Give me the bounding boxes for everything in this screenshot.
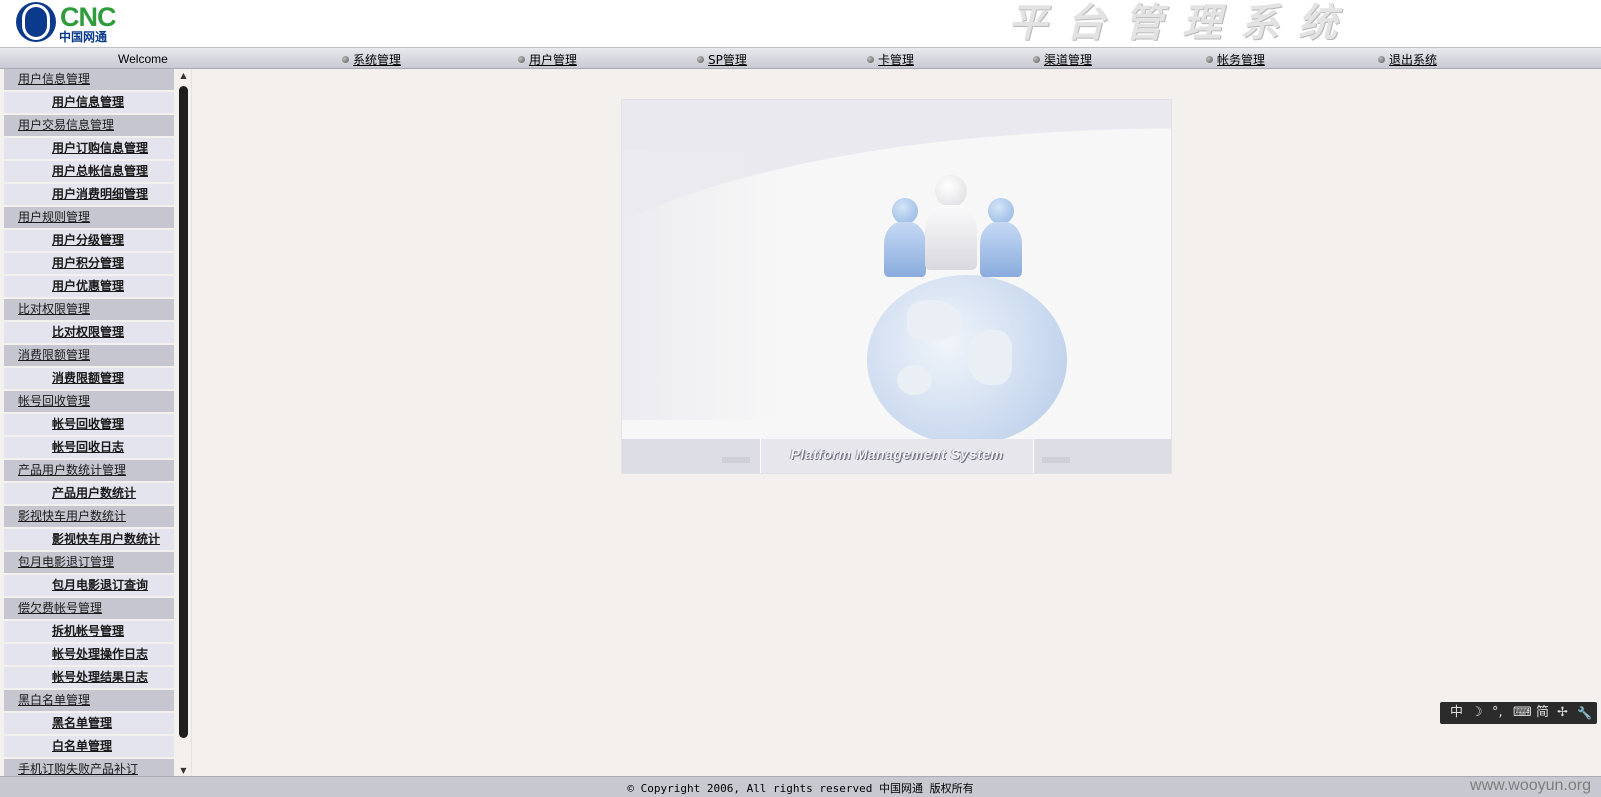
nav-card-management[interactable]: 卡管理 [867, 51, 914, 68]
bullet-icon [867, 56, 874, 63]
sidebar-group[interactable]: 影视快车用户数统计 [4, 506, 174, 527]
sidebar-group[interactable]: 偿欠费帐号管理 [4, 598, 174, 619]
ime-keyboard-icon[interactable]: ⌨ [1513, 702, 1532, 724]
ime-punctuation-icon[interactable]: °, [1492, 702, 1503, 724]
sidebar-group[interactable]: 用户信息管理 [4, 69, 174, 90]
system-title: 平台管理系统 [1008, 0, 1357, 46]
sidebar-item[interactable]: 用户积分管理 [4, 253, 174, 274]
nav-label: 系统管理 [353, 53, 402, 67]
sidebar-item[interactable]: 拆机帐号管理 [4, 621, 174, 642]
ime-moon-icon[interactable]: ☽ [1471, 702, 1483, 724]
banner-caption: Platform Management System [790, 446, 1004, 462]
sidebar-group[interactable]: 比对权限管理 [4, 299, 174, 320]
sidebar-item[interactable]: 消费限额管理 [4, 368, 174, 389]
person-figure-icon [884, 198, 926, 278]
copyright-text: © Copyright 2006, All rights reserved 中国… [627, 782, 974, 795]
frame-divider [191, 69, 192, 777]
nav-label: 帐务管理 [1217, 53, 1266, 67]
nav-logout[interactable]: 退出系统 [1378, 51, 1437, 68]
sidebar-group[interactable]: 帐号回收管理 [4, 391, 174, 412]
sidebar-item[interactable]: 包月电影退订查询 [4, 575, 174, 596]
scrollbar-thumb[interactable] [179, 86, 188, 738]
sidebar-group[interactable]: 用户交易信息管理 [4, 115, 174, 136]
nav-system-management[interactable]: 系统管理 [342, 51, 401, 68]
ime-menu-icon[interactable]: ✢ [1557, 702, 1568, 724]
top-nav-bar: Welcome 系统管理 用户管理 SP管理 卡管理 渠道管理 帐务管理 退出系… [0, 47, 1601, 69]
sidebar-item[interactable]: 用户分级管理 [4, 230, 174, 251]
sidebar-group[interactable]: 包月电影退订管理 [4, 552, 174, 573]
cnc-logo-icon [16, 2, 56, 42]
bullet-icon [1033, 56, 1040, 63]
sidebar-scrollbar[interactable]: ▲ ▼ [177, 69, 190, 777]
sidebar-group[interactable]: 消费限额管理 [4, 345, 174, 366]
sidebar-item[interactable]: 帐号处理结果日志 [4, 667, 174, 688]
sidebar-item[interactable]: 用户订购信息管理 [4, 138, 174, 159]
ime-settings-wrench-icon[interactable]: 🔧 [1577, 702, 1592, 724]
nav-user-management[interactable]: 用户管理 [518, 51, 577, 68]
bullet-icon [518, 56, 525, 63]
sidebar-group[interactable]: 产品用户数统计管理 [4, 460, 174, 481]
sidebar-item[interactable]: 用户信息管理 [4, 92, 174, 113]
nav-label: 卡管理 [878, 53, 915, 67]
sidebar-item[interactable]: 用户消费明细管理 [4, 184, 174, 205]
welcome-text: Welcome [118, 52, 168, 66]
nav-label: SP管理 [708, 53, 747, 67]
bullet-icon [1206, 56, 1213, 63]
welcome-banner-image: Platform Management System [621, 99, 1172, 474]
sidebar-item[interactable]: 产品用户数统计 [4, 483, 174, 504]
bullet-icon [697, 56, 704, 63]
sidebar-item[interactable]: 影视快车用户数统计 [4, 529, 174, 550]
sidebar-item[interactable]: 比对权限管理 [4, 322, 174, 343]
sidebar-item[interactable]: 白名单管理 [4, 736, 174, 757]
sidebar-item[interactable]: 帐号回收管理 [4, 414, 174, 435]
sidebar-item[interactable]: 黑名单管理 [4, 713, 174, 734]
nav-sp-management[interactable]: SP管理 [697, 51, 747, 68]
watermark-text: www.wooyun.org [1470, 777, 1591, 794]
bullet-icon [1378, 56, 1385, 63]
sidebar-item[interactable]: 帐号回收日志 [4, 437, 174, 458]
person-figure-icon [925, 175, 977, 270]
sidebar-group[interactable]: 手机订购失败产品补订 [4, 759, 174, 777]
scroll-up-arrow-icon[interactable]: ▲ [177, 69, 190, 82]
sidebar-item[interactable]: 帐号处理操作日志 [4, 644, 174, 665]
footer: © Copyright 2006, All rights reserved 中国… [0, 776, 1601, 797]
nav-label: 渠道管理 [1044, 53, 1093, 67]
ime-simplified-toggle[interactable]: 简 [1536, 702, 1549, 724]
sidebar-group[interactable]: 黑白名单管理 [4, 690, 174, 711]
globe-icon [867, 275, 1067, 445]
ime-chinese-toggle[interactable]: 中 [1450, 702, 1463, 724]
logo-subtitle: 中国网通 [59, 30, 108, 44]
sidebar-menu: 用户信息管理 用户信息管理 用户交易信息管理 用户订购信息管理 用户总帐信息管理… [4, 69, 174, 777]
header: CNC 中国网通 平台管理系统 [0, 0, 1601, 47]
nav-label: 退出系统 [1389, 53, 1438, 67]
sidebar-item[interactable]: 用户总帐信息管理 [4, 161, 174, 182]
ime-toolbar[interactable]: 中 ☽ °, ⌨ 简 ✢ 🔧 [1440, 702, 1597, 724]
nav-billing-management[interactable]: 帐务管理 [1206, 51, 1265, 68]
sidebar-item[interactable]: 用户优惠管理 [4, 276, 174, 297]
cnc-logo: CNC 中国网通 [16, 2, 131, 44]
nav-label: 用户管理 [529, 53, 578, 67]
person-figure-icon [980, 198, 1022, 278]
logo-text: CNC [60, 2, 116, 32]
bullet-icon [342, 56, 349, 63]
sidebar-group[interactable]: 用户规则管理 [4, 207, 174, 228]
nav-channel-management[interactable]: 渠道管理 [1033, 51, 1092, 68]
